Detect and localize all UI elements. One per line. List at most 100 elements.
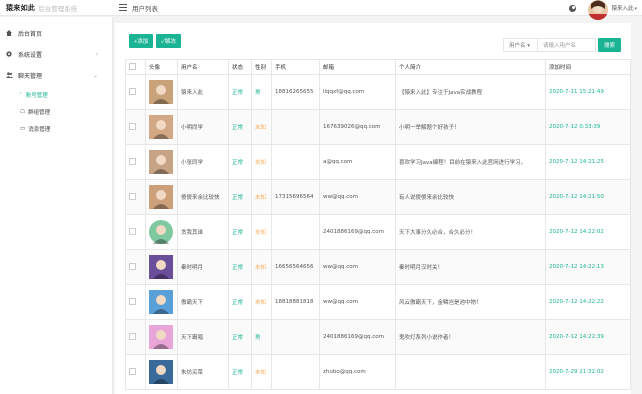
- avatar: [149, 185, 173, 209]
- brand[interactable]: 猿来如此 后台管理系统: [0, 0, 113, 16]
- table-row[interactable]: 傲霸天下 正常 未知 18818881818 ww@qq.com 风云傲霸天下，金鳞岂是池…: [125, 284, 631, 320]
- row-select-cell[interactable]: [125, 109, 146, 145]
- bio-cell: 风云傲霸天下，金鳞岂是池中物！: [395, 284, 546, 320]
- avatar[interactable]: [588, 0, 609, 20]
- row-checkbox[interactable]: [129, 297, 136, 305]
- column-header: 添加时间: [545, 59, 631, 75]
- date-cell: 2020-7-12 0:33:39: [545, 109, 631, 145]
- status-badge: 正常: [228, 109, 252, 145]
- username-cell: 秦时明月: [177, 249, 229, 285]
- search-field-select[interactable]: 用户名 ▾: [502, 38, 538, 52]
- table-row[interactable]: 小明同学 正常 未知 167639026@qq.com 小明一举解题个好孩子！ 2020-…: [125, 109, 631, 145]
- select-all-header[interactable]: [125, 59, 146, 75]
- username-cell: 傲霸天下: [177, 284, 229, 320]
- date-cell: 2020-7-12 14:21:25: [545, 144, 631, 180]
- table-row[interactable]: 猿来入此 正常男 18816265655 llqqxf@qq.com 【猿来入此】专注于…: [125, 74, 631, 110]
- row-checkbox[interactable]: [129, 122, 136, 130]
- sidebar-subitem-messages[interactable]: ▭ 消息管理: [20, 120, 112, 137]
- logo-text: 猿来如此: [6, 3, 36, 12]
- sidebar-subitem-accounts[interactable]: ﾟ 账号管理: [20, 86, 112, 103]
- row-select-cell[interactable]: [125, 319, 146, 355]
- menu-toggle-icon[interactable]: [119, 4, 127, 11]
- avatar: [149, 150, 173, 174]
- email-cell: 2401886169@qq.com: [319, 214, 396, 250]
- bio-cell: [395, 354, 546, 390]
- add-button[interactable]: +添加: [129, 34, 154, 48]
- sidebar-item-label: 群组管理: [27, 109, 50, 116]
- row-select-cell[interactable]: [125, 214, 146, 250]
- date-cell: 2020-7-12 14:22:39: [545, 319, 631, 355]
- system-name: 后台管理系统: [38, 4, 78, 13]
- sidebar-item-label: 账号管理: [25, 92, 48, 99]
- row-select-cell[interactable]: [125, 179, 146, 215]
- chevron-down-icon: ▾: [634, 6, 637, 12]
- email-cell: 2401886169@qq.com: [319, 319, 396, 355]
- column-header: 用户名: [177, 59, 229, 75]
- bio-cell: 小明一举解题个好孩子！: [395, 109, 546, 145]
- phone-cell: [271, 144, 320, 180]
- row-select-cell[interactable]: [125, 74, 146, 110]
- row-select-cell[interactable]: [125, 354, 146, 390]
- phone-cell: [271, 319, 320, 355]
- user-name[interactable]: 猿来入此▾: [611, 4, 637, 12]
- table-row[interactable]: 小张同学 正常 未知 a@qq.com 喜欢学习Java编程！目前在猿来入此官网进行学习…: [125, 144, 631, 180]
- table-row[interactable]: 秦时明月 正常 未知 16656564656 ww@qq.com 秦时明月汉时关！ 2020…: [125, 249, 631, 285]
- search-group: 用户名 ▾ 请输入用户名 搜索: [502, 38, 621, 52]
- search-input[interactable]: 请输入用户名: [537, 38, 596, 52]
- search-button[interactable]: 搜索: [597, 38, 621, 52]
- username-cell: 猿来入此: [177, 74, 229, 110]
- phone-cell: 18818881818: [271, 284, 320, 320]
- row-select-cell[interactable]: [125, 144, 146, 180]
- phone-cell: [271, 214, 320, 250]
- username-cell: 朱坊买菜: [177, 354, 229, 390]
- users-icon: [6, 72, 13, 78]
- select-all-checkbox[interactable]: [129, 62, 136, 70]
- sidebar-subitem-groups[interactable]: ☖ 群组管理: [20, 103, 112, 120]
- status-badge: 正常: [228, 284, 252, 320]
- email-cell: ww@qq.com: [319, 249, 396, 285]
- status-badge: 正常: [228, 214, 252, 250]
- row-checkbox[interactable]: [129, 157, 136, 165]
- row-select-cell[interactable]: [125, 284, 146, 320]
- column-header: 性别: [251, 59, 272, 75]
- row-select-cell[interactable]: [125, 249, 146, 285]
- table-header-row: 头像 用户名 状态 性别 手机 邮箱 个人简介 添加时间: [125, 59, 631, 75]
- table-row[interactable]: 贪我其谁 正常 未知 2401886169@qq.com 天下大事分久必合，合久必分！ 2…: [125, 214, 631, 250]
- theme-icon[interactable]: [569, 4, 577, 12]
- row-checkbox[interactable]: [129, 367, 136, 375]
- bio-cell: 天下大事分久必合，合久必分！: [395, 214, 546, 250]
- sidebar-item-home[interactable]: 后台首页: [0, 23, 112, 44]
- table-row[interactable]: 朱坊买菜 正常 未知 zhubo@qq.com 2020-7-29 21:32:02: [125, 354, 631, 390]
- unfreeze-button[interactable]: ✓解冻: [156, 34, 181, 48]
- avatar-cell: [145, 319, 178, 355]
- row-checkbox[interactable]: [129, 227, 136, 235]
- row-checkbox[interactable]: [129, 192, 136, 200]
- avatar: [149, 255, 173, 279]
- status-badge: 正常: [228, 319, 252, 355]
- home-icon: [6, 30, 12, 36]
- status-badge: 正常: [228, 74, 252, 110]
- avatar: [149, 80, 173, 104]
- gear-icon: [6, 51, 12, 57]
- avatar-cell: [145, 249, 178, 285]
- column-header: 头像: [145, 59, 178, 75]
- table-row[interactable]: 天下霸唱 正常男 2401886169@qq.com 鬼吹灯系列小说作者！ 2020-7…: [125, 319, 631, 355]
- sidebar-item-chat[interactable]: 聊天管理 ⌄: [0, 65, 112, 86]
- avatar: [149, 115, 173, 139]
- sidebar-item-settings[interactable]: 系统设置 ›: [0, 44, 112, 65]
- table-row[interactable]: 傻傻来余比较快 正常 未知 17315696564 ww@qq.com 有人说傻傻来余比较…: [125, 179, 631, 215]
- bio-cell: 【猿来入此】专注于Java实战教程: [395, 74, 546, 110]
- main-panel: +添加 ✓解冻 用户名 ▾ 请输入用户名 搜索 头像 用户名 状态 性别 手机 …: [115, 23, 631, 394]
- date-cell: 2020-7-12 14:22:22: [545, 284, 631, 320]
- submenu: ﾟ 账号管理 ☖ 群组管理 ▭ 消息管理: [0, 86, 112, 137]
- sidebar: 后台首页 系统设置 › 聊天管理 ⌄ ﾟ 账号管理 ☖ 群组管理 ▭ 消息管理: [0, 17, 113, 394]
- username-cell: 天下霸唱: [177, 319, 229, 355]
- row-checkbox[interactable]: [129, 87, 136, 95]
- row-checkbox[interactable]: [129, 332, 136, 340]
- gender-cell: 未知: [251, 214, 272, 250]
- row-checkbox[interactable]: [129, 262, 136, 270]
- phone-cell: [271, 354, 320, 390]
- sidebar-item-label: 系统设置: [18, 52, 43, 59]
- email-cell: zhubo@qq.com: [319, 354, 396, 390]
- avatar-cell: [145, 214, 178, 250]
